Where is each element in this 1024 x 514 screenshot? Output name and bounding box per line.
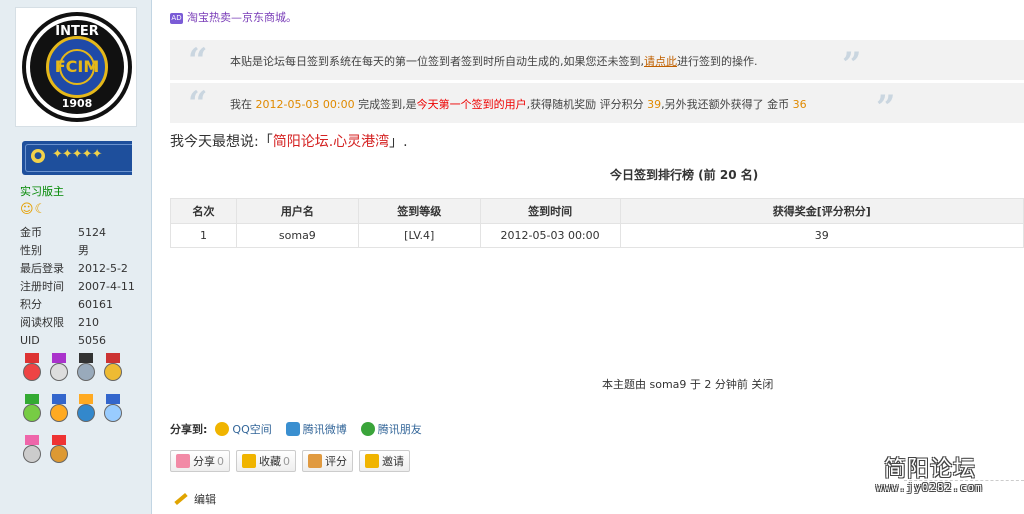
users-icon [365, 454, 379, 468]
medal-icon[interactable] [22, 353, 42, 387]
notice-text: 本贴是论坛每日签到系统在每天的第一位签到者签到时所自动生成的,如果您还未签到,请… [230, 55, 758, 68]
invite-button[interactable]: 邀请 [359, 450, 410, 472]
heart-icon [176, 454, 190, 468]
profile-row: 阅读权限 210 [20, 316, 99, 329]
medal-icon[interactable] [76, 353, 96, 387]
notice-quote: “ 本贴是论坛每日签到系统在每天的第一位签到者签到时所自动生成的,如果您还未签到… [170, 40, 1024, 85]
closed-note: 本主题由 soma9 于 2 分钟前 关闭 [602, 378, 774, 391]
mood-icon: ☺☾ [20, 202, 48, 217]
share-qzone[interactable]: QQ空间 [215, 421, 272, 437]
medal-icon[interactable] [103, 353, 123, 387]
profile-row: 积分 60161 [20, 298, 113, 311]
medal-icon[interactable] [76, 394, 96, 428]
profile-row: 最后登录 2012-5-2 [20, 262, 128, 275]
rank-dot-icon: ● [31, 149, 45, 163]
logo-bottom-text: 1908 [61, 97, 93, 110]
username-link[interactable]: soma9 [235, 223, 359, 248]
profile-row[interactable]: UID 5056 [20, 332, 140, 350]
ad-link[interactable]: 淘宝热卖—京东商城。 [187, 11, 297, 24]
share-button[interactable]: 分享 0 [170, 450, 230, 472]
table-header: 名次 用户名 签到等级 签到时间 获得奖金[评分积分] [170, 198, 1024, 224]
medal-icon[interactable] [49, 394, 69, 428]
col-time: 签到时间 [479, 198, 621, 224]
today-message: 我今天最想说:「简阳论坛.心灵港湾」. [170, 134, 408, 150]
ad-icon: AD [170, 12, 183, 24]
action-buttons: 分享 0 收藏 0 评分 邀请 [170, 450, 416, 472]
col-reward: 获得奖金[评分积分] [619, 198, 1024, 224]
rate-button[interactable]: 评分 [302, 450, 353, 472]
medal-icon[interactable] [49, 435, 69, 469]
thumb-up-icon [308, 454, 322, 468]
col-rank: 名次 [170, 198, 237, 224]
rank-stars-icon: ✦✦✦✦✦ [52, 147, 102, 162]
quote-close-icon: ” [842, 45, 862, 85]
share-bar: 分享到: QQ空间 腾讯微博 腾讯朋友 [170, 421, 436, 437]
table-row: 1 soma9 [LV.4] 2012-05-03 00:00 39 [170, 223, 1024, 248]
user-sidebar: INTER FCIM 1908 ● ✦✦✦✦✦ 实习版主 ☺☾ 金币 5124 性… [0, 0, 152, 514]
inter-logo: INTER FCIM 1908 [22, 12, 132, 122]
medal-icon[interactable] [103, 394, 123, 428]
today-link[interactable]: 简阳论坛.心灵港湾 [273, 134, 389, 150]
qzone-icon [215, 422, 230, 436]
watermark-url: www.jy0282.com [876, 481, 983, 494]
user-role[interactable]: 实习版主 [20, 183, 64, 199]
quote-open-icon: “ [188, 84, 208, 124]
avatar[interactable]: INTER FCIM 1908 [15, 7, 137, 127]
share-label: 分享到: [170, 423, 208, 436]
profile-row: 性别男 [20, 244, 89, 257]
col-level: 签到等级 [357, 198, 481, 224]
favorite-button[interactable]: 收藏 0 [236, 450, 296, 472]
quote-close-icon: ” [876, 88, 896, 128]
profile-row: 注册时间 2007-4-11 [20, 280, 135, 293]
profile-row: 金币 5124 [20, 226, 106, 239]
clover-icon [360, 422, 375, 436]
ad-line: AD 淘宝热卖—京东商城。 [170, 9, 297, 25]
col-username: 用户名 [235, 198, 359, 224]
pencil-icon [174, 492, 188, 506]
checkin-link[interactable]: 请点此 [644, 55, 677, 68]
medal-icon[interactable] [22, 435, 42, 469]
post-content: AD 淘宝热卖—京东商城。 “ 本贴是论坛每日签到系统在每天的第一位签到者签到时所… [152, 0, 1024, 514]
medal-icon[interactable] [22, 394, 42, 428]
checkin-quote: “ 我在 2012-05-03 00:00 完成签到,是今天第一个签到的用户,获… [170, 83, 1024, 128]
star-icon [242, 454, 256, 468]
watermark-title: 简阳论坛 [884, 457, 977, 482]
quote-open-icon: “ [188, 41, 208, 81]
share-friends[interactable]: 腾讯朋友 [360, 421, 422, 437]
ranking-table: 名次 用户名 签到等级 签到时间 获得奖金[评分积分] 1 soma9 [LV.… [170, 198, 1024, 248]
rank-badge: ● ✦✦✦✦✦ [22, 141, 132, 175]
checkin-text: 我在 2012-05-03 00:00 完成签到,是今天第一个签到的用户,获得随… [230, 98, 807, 111]
medal-icon[interactable] [49, 353, 69, 387]
weibo-icon [285, 422, 300, 436]
logo-monogram: FCIM [54, 57, 100, 76]
profile-info: 金币 5124 性别男 最后登录 2012-5-2 注册时间 2007-4-11 积分… [20, 224, 140, 350]
share-weibo[interactable]: 腾讯微博 [285, 421, 347, 437]
edit-link[interactable]: 编辑 [174, 491, 216, 507]
